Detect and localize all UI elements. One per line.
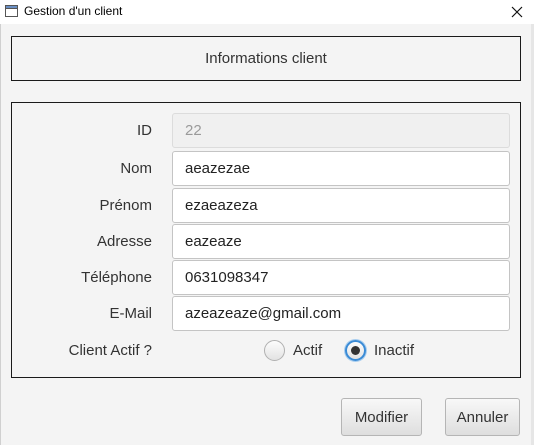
radio-actif-label: Actif <box>293 342 323 359</box>
window-title: Gestion d'un client <box>24 4 123 18</box>
radio-inactif-circle[interactable] <box>345 340 366 361</box>
header-title: Informations client <box>205 50 327 67</box>
close-icon <box>511 6 523 18</box>
email-label: E-Mail <box>109 305 152 322</box>
nom-field[interactable]: aeazezae <box>172 151 510 186</box>
telephone-label: Téléphone <box>81 269 152 286</box>
annuler-button[interactable]: Annuler <box>445 398 520 436</box>
title-bar: Gestion d'un client <box>0 0 534 24</box>
modifier-button[interactable]: Modifier <box>341 398 422 436</box>
close-button[interactable] <box>502 0 532 24</box>
window-icon <box>5 5 18 17</box>
id-field: 22 <box>172 113 510 148</box>
adresse-field[interactable]: eazeaze <box>172 224 510 259</box>
email-field[interactable]: azeazeaze@gmail.com <box>172 296 510 331</box>
radio-actif-circle[interactable] <box>264 340 285 361</box>
nom-label: Nom <box>120 160 152 177</box>
prenom-field[interactable]: ezaeazeza <box>172 188 510 223</box>
radio-inactif[interactable]: Inactif <box>345 340 414 361</box>
id-label: ID <box>137 122 152 139</box>
client-actif-label: Client Actif ? <box>68 342 152 359</box>
radio-actif[interactable]: Actif <box>264 340 322 361</box>
prenom-label: Prénom <box>99 197 152 214</box>
adresse-label: Adresse <box>96 233 152 250</box>
window-edge-left <box>0 24 1 445</box>
telephone-field[interactable]: 0631098347 <box>172 260 510 295</box>
header-panel: Informations client <box>11 36 521 81</box>
radio-inactif-label: Inactif <box>374 342 415 359</box>
